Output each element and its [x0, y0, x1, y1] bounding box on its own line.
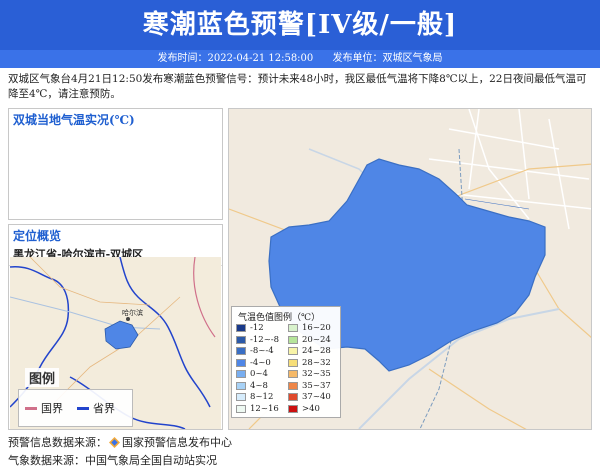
location-panel-title: 定位概览	[13, 229, 62, 243]
warning-source-link[interactable]: 国家预警信息发布中心	[122, 436, 232, 449]
legend-entry: -4~0	[236, 358, 271, 368]
legend-entry: 32~35	[288, 369, 331, 379]
legend-entry: 37~40	[288, 392, 331, 402]
publish-time: 发布时间：2022-04-21 12:58:00	[157, 53, 314, 64]
temperature-panel: 双城当地气温实况(℃)	[8, 108, 223, 220]
legend-label: -8~-4	[250, 346, 274, 356]
legend-swatch	[288, 370, 298, 378]
weather-source-link[interactable]: 中国气象局全国自动站实况	[85, 454, 217, 467]
legend-entry: 4~8	[236, 381, 268, 391]
temperature-legend-title: 气温色值图例（℃）	[238, 313, 321, 323]
legend-swatch	[236, 381, 246, 390]
overview-minimap[interactable]: 哈尔滨 图例 国界 省界	[10, 257, 221, 429]
legend-label: 24~28	[302, 346, 331, 356]
provincial-border-swatch	[77, 406, 89, 410]
legend-label: 32~35	[302, 369, 331, 379]
minimap-legend: 图例 国界 省界	[18, 368, 133, 427]
legend-label: 35~37	[302, 380, 331, 391]
legend-label: 16~20	[302, 323, 331, 333]
legend-swatch	[288, 404, 298, 413]
legend-label: -12~-8	[250, 334, 280, 345]
minimap-legend-title: 图例	[25, 368, 60, 387]
legend-swatch	[288, 335, 298, 344]
provincial-border-label: 省界	[93, 402, 115, 415]
legend-label: 0~4	[250, 369, 268, 379]
harbin-map-label: 哈尔滨	[122, 308, 143, 317]
weather-source-label: 气象数据来源：	[8, 454, 85, 467]
legend-swatch	[236, 370, 246, 378]
legend-entry: 35~37	[288, 381, 331, 391]
legend-label: 4~8	[250, 380, 268, 391]
legend-swatch	[236, 335, 246, 344]
legend-label: 12~16	[250, 403, 279, 414]
legend-label: >40	[302, 403, 320, 414]
legend-swatch	[236, 404, 246, 413]
legend-entry: 20~24	[288, 335, 331, 345]
legend-label: 37~40	[302, 392, 331, 402]
legend-swatch	[288, 324, 298, 332]
legend-entry: 8~12	[236, 392, 273, 402]
warning-source-line: 预警信息数据来源： 国家预警信息发布中心	[8, 434, 232, 450]
national-border-swatch	[25, 406, 37, 410]
legend-label: 8~12	[250, 392, 274, 402]
legend-swatch	[236, 393, 246, 401]
legend-entry: 16~20	[288, 323, 331, 333]
legend-label: -4~0	[250, 357, 271, 368]
legend-label: 28~32	[302, 357, 331, 368]
legend-entry: 12~16	[236, 404, 279, 414]
legend-entry: -12	[236, 323, 264, 333]
temperature-color-legend: 气温色值图例（℃） -12 -12~-8 -8~-4 -4~0 0~4 4~8 8~12 12…	[231, 306, 341, 418]
warning-center-logo-icon	[109, 437, 120, 448]
legend-entry: -8~-4	[236, 346, 274, 356]
legend-swatch	[288, 393, 298, 401]
legend-provincial-border: 省界	[77, 400, 115, 416]
weather-source-line: 气象数据来源：中国气象局全国自动站实况	[8, 452, 217, 468]
legend-national-border: 国界	[25, 400, 63, 416]
legend-swatch	[288, 347, 298, 355]
publisher: 发布单位：双城区气象局	[332, 53, 443, 64]
legend-label: 20~24	[302, 334, 331, 345]
warning-source-label: 预警信息数据来源：	[8, 436, 107, 449]
location-overview-panel: 定位概览 黑龙江省-哈尔滨市-双城区 哈尔滨 图例 国界 省界	[8, 224, 223, 430]
legend-swatch	[288, 381, 298, 390]
legend-entry: 28~32	[288, 358, 331, 368]
national-border-label: 国界	[41, 402, 63, 415]
warning-description: 双城区气象台4月21日12:50发布寒潮蓝色预警信号：预计未来48小时，我区最低…	[8, 73, 587, 100]
legend-entry: >40	[288, 404, 320, 414]
legend-swatch	[236, 347, 246, 355]
temperature-panel-title: 双城当地气温实况(℃)	[13, 113, 135, 127]
legend-swatch	[236, 358, 246, 367]
warning-meta-bar: 发布时间：2022-04-21 12:58:00 发布单位：双城区气象局	[0, 50, 600, 68]
legend-swatch	[288, 358, 298, 367]
legend-entry: 24~28	[288, 346, 331, 356]
legend-swatch	[236, 324, 246, 332]
legend-entry: 0~4	[236, 369, 268, 379]
legend-label: -12	[250, 323, 264, 333]
warning-title: 寒潮蓝色预警[IV级/一般]	[0, 0, 600, 50]
legend-entry: -12~-8	[236, 335, 279, 345]
